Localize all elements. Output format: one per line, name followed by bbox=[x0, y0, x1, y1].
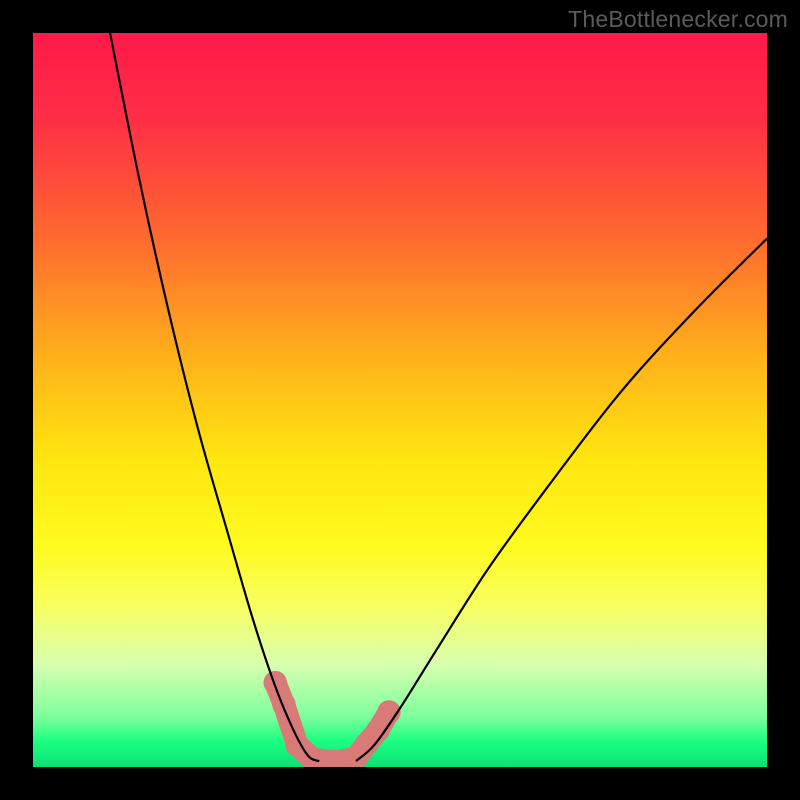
plot-area bbox=[33, 33, 767, 767]
watermark-text: TheBottlenecker.com bbox=[568, 6, 788, 33]
chart-svg bbox=[33, 33, 767, 767]
chart-container: TheBottlenecker.com bbox=[0, 0, 800, 800]
